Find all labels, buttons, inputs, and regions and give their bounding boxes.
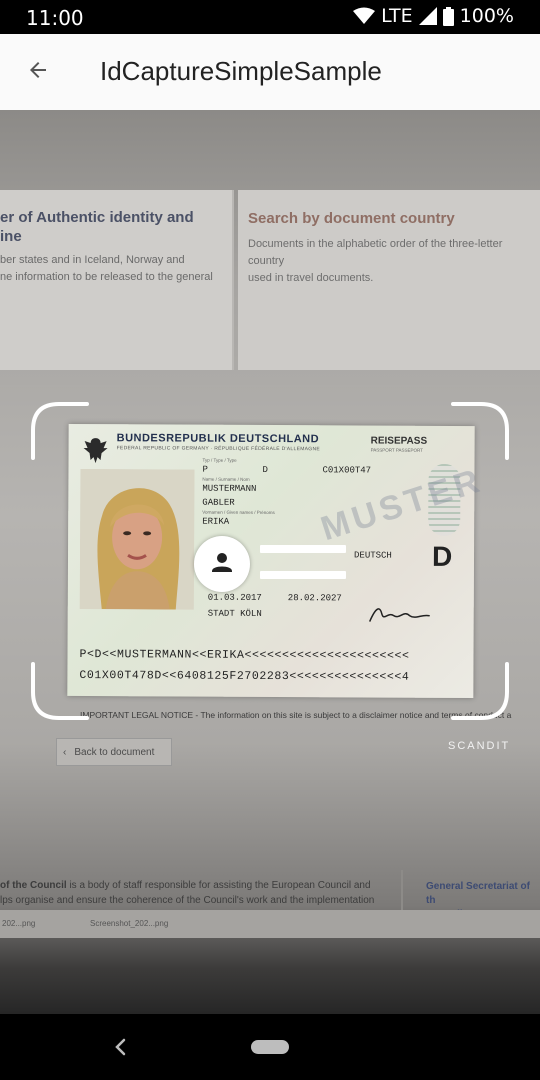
background-card-left-title: er of Authentic identity and ine [0,209,194,245]
download-item-2: Screenshot_202...png [90,919,169,928]
download-item-1: 202...png [2,919,36,928]
person-icon [208,548,236,581]
scan-indicator [194,536,250,592]
scandit-logo: SCANDIT [448,740,511,752]
camera-preview[interactable]: er of Authentic identity and ine ber sta… [0,110,540,1014]
app-title: IdCaptureSimpleSample [100,56,382,86]
chevron-left-icon: ‹ [63,746,67,758]
scan-progress-line-2 [260,571,346,579]
footer-text-bold: of the Council [0,880,67,891]
background-card-left: er of Authentic identity and ine ber sta… [0,190,234,370]
network-type: LTE [381,5,413,27]
status-bar: 11:00 LTE 100% [0,0,540,34]
background-card-right-text: Documents in the alphabetic order of the… [248,238,503,284]
wifi-icon [353,7,376,25]
back-to-document-button: ‹ Back to document [56,738,172,766]
battery-level: 100% [459,5,514,27]
battery-icon [442,6,454,26]
back-button[interactable] [18,52,58,92]
nav-home-pill-icon[interactable] [251,1040,289,1054]
back-to-document-label: Back to document [74,746,155,758]
footer-text: of the Council is a body of staff respon… [0,878,390,908]
arrow-left-icon [26,58,50,87]
signal-icon [418,7,437,25]
background-card-right: Search by document country Documents in … [238,190,540,370]
footer-separator [401,870,403,910]
background-divider [0,385,540,387]
nav-back-icon[interactable] [108,1034,132,1060]
background-card-left-text: ber states and in Iceland, Norway and ne… [0,254,213,283]
viewfinder-frame [31,402,509,720]
status-indicators: LTE 100% [353,5,514,27]
status-time: 11:00 [26,6,84,30]
scan-progress-line-1 [260,545,346,553]
download-bar: 202...png Screenshot_202...png [0,910,540,938]
navigation-bar [0,1014,540,1080]
background-card-right-title: Search by document country [248,210,455,227]
app-bar: IdCaptureSimpleSample [0,34,540,111]
